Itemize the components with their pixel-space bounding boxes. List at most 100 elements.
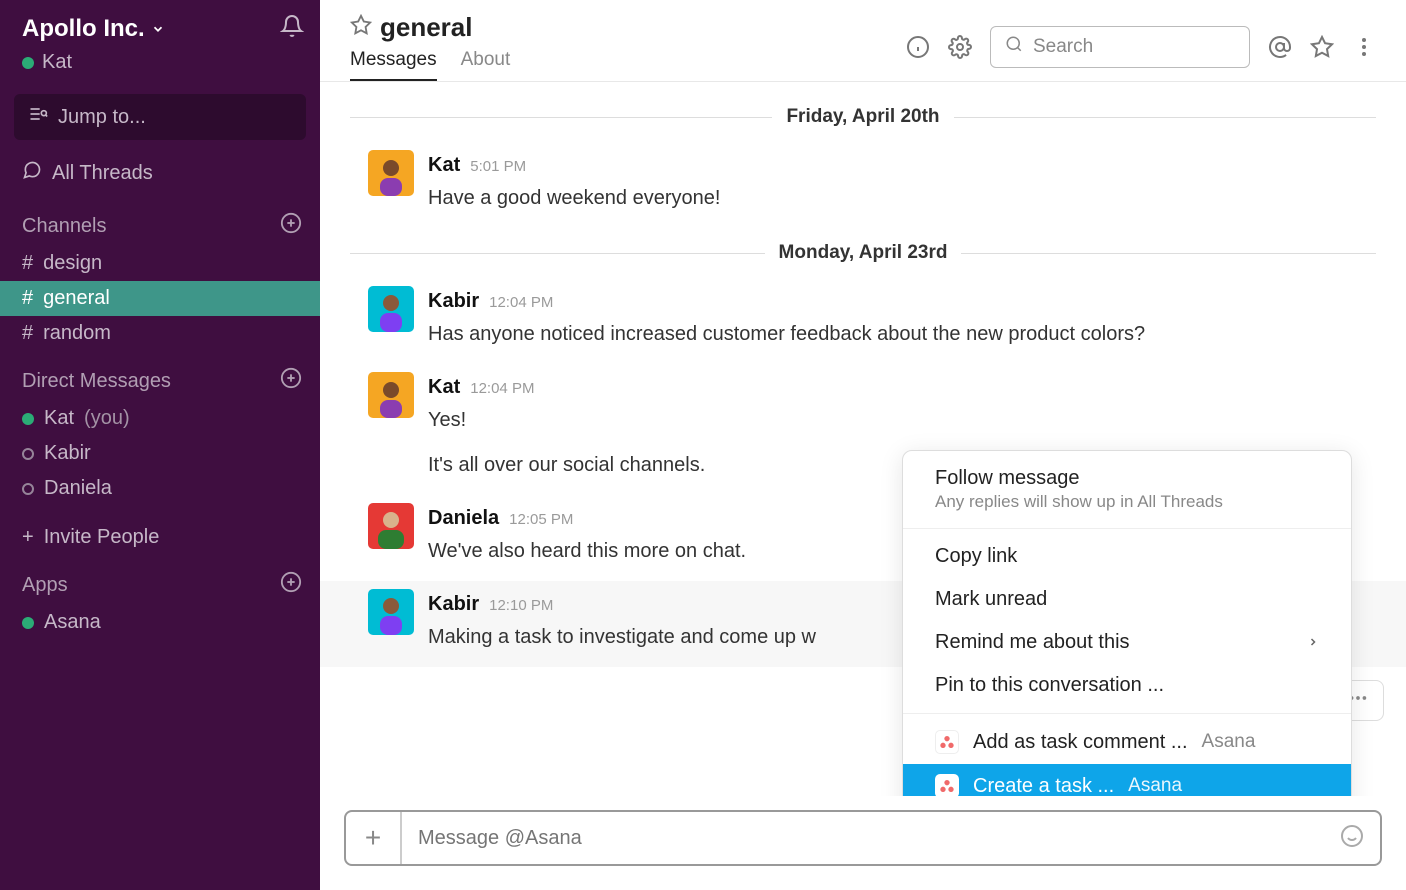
tab-label: Messages bbox=[350, 49, 437, 70]
asana-icon bbox=[935, 774, 959, 796]
date-divider: Friday, April 20th bbox=[320, 92, 1406, 142]
add-dm-icon[interactable] bbox=[280, 367, 302, 395]
all-threads[interactable]: All Threads bbox=[0, 150, 320, 196]
message-author: Kabir bbox=[428, 286, 479, 317]
tab-about[interactable]: About bbox=[461, 49, 511, 81]
channels-header: Channels bbox=[0, 196, 320, 246]
message[interactable]: Kabir 12:04 PM Has anyone noticed increas… bbox=[320, 278, 1406, 364]
main-panel: general Messages About Search Friday, Ap… bbox=[320, 0, 1406, 890]
dm-kat[interactable]: Kat (you) bbox=[0, 401, 320, 436]
message-text: Have a good weekend everyone! bbox=[428, 183, 1376, 214]
presence-dot-icon bbox=[22, 448, 34, 460]
message-text: Has anyone noticed increased customer fe… bbox=[428, 319, 1376, 350]
dm-name: Kat bbox=[44, 407, 74, 430]
channel-title[interactable]: general bbox=[350, 12, 510, 43]
app-asana[interactable]: Asana bbox=[0, 605, 320, 640]
menu-mark-unread[interactable]: Mark unread bbox=[903, 578, 1351, 621]
date-label: Monday, April 23rd bbox=[779, 242, 948, 264]
menu-sublabel: Any replies will show up in All Threads bbox=[935, 492, 1223, 512]
current-user[interactable]: Kat bbox=[0, 47, 320, 84]
tab-label: About bbox=[461, 49, 511, 70]
emoji-button[interactable] bbox=[1324, 824, 1380, 853]
menu-copy-link[interactable]: Copy link bbox=[903, 535, 1351, 578]
star-icon[interactable] bbox=[350, 12, 372, 43]
avatar[interactable] bbox=[368, 589, 414, 635]
message-text: Yes! bbox=[428, 405, 1376, 436]
jump-label: Jump to... bbox=[58, 106, 146, 129]
channel-title-text: general bbox=[380, 12, 473, 43]
workspace-name: Apollo Inc. bbox=[22, 15, 145, 43]
hash-icon: # bbox=[22, 322, 33, 345]
dm-header-label: Direct Messages bbox=[22, 370, 171, 393]
workspace-header[interactable]: Apollo Inc. bbox=[0, 4, 320, 47]
smile-icon bbox=[1340, 824, 1364, 853]
message-list: Friday, April 20th Kat5:01 PM Have a goo… bbox=[320, 82, 1406, 796]
jump-icon bbox=[28, 104, 48, 130]
info-icon[interactable] bbox=[906, 35, 930, 59]
menu-label: Add as task comment ... bbox=[973, 731, 1188, 754]
menu-label: Pin to this conversation ... bbox=[935, 674, 1164, 697]
gear-icon[interactable] bbox=[948, 35, 972, 59]
channel-label: random bbox=[43, 322, 111, 345]
plus-icon: + bbox=[365, 822, 381, 854]
hash-icon: # bbox=[22, 252, 33, 275]
channel-design[interactable]: #design bbox=[0, 246, 320, 281]
bell-icon[interactable] bbox=[280, 14, 304, 43]
dm-name: Daniela bbox=[44, 477, 112, 500]
search-placeholder: Search bbox=[1033, 36, 1093, 58]
channel-random[interactable]: # random bbox=[0, 316, 320, 351]
avatar[interactable] bbox=[368, 503, 414, 549]
presence-dot-icon bbox=[22, 483, 34, 495]
menu-create-task[interactable]: Create a task ... Asana bbox=[903, 764, 1351, 796]
chevron-down-icon bbox=[151, 15, 165, 43]
more-icon[interactable] bbox=[1352, 35, 1376, 59]
tab-messages[interactable]: Messages bbox=[350, 49, 437, 81]
menu-remind-me[interactable]: Remind me about this bbox=[903, 621, 1351, 664]
menu-label: Create a task ... bbox=[973, 775, 1114, 797]
message-context-menu: Follow message Any replies will show up … bbox=[902, 450, 1352, 796]
avatar[interactable] bbox=[368, 286, 414, 332]
menu-label: Follow message bbox=[935, 467, 1223, 490]
avatar[interactable] bbox=[368, 372, 414, 418]
dm-daniela[interactable]: Daniela bbox=[0, 471, 320, 506]
threads-icon bbox=[22, 160, 42, 186]
message-time: 12:04 PM bbox=[470, 377, 534, 400]
message-author: Kat bbox=[428, 150, 460, 181]
message-time: 12:10 PM bbox=[489, 594, 553, 617]
channel-tabs: Messages About bbox=[350, 49, 510, 81]
message-author: Daniela bbox=[428, 503, 499, 534]
attach-button[interactable]: + bbox=[346, 812, 402, 864]
search-input[interactable]: Search bbox=[990, 26, 1250, 68]
star-icon[interactable] bbox=[1310, 35, 1334, 59]
date-divider: Monday, April 23rd bbox=[320, 228, 1406, 278]
invite-people[interactable]: +Invite People bbox=[0, 520, 320, 555]
asana-icon bbox=[935, 730, 959, 754]
channel-general[interactable]: #general bbox=[0, 281, 320, 316]
message-time: 12:05 PM bbox=[509, 508, 573, 531]
chevron-right-icon bbox=[1307, 631, 1319, 654]
menu-follow-message[interactable]: Follow message Any replies will show up … bbox=[903, 457, 1351, 522]
presence-dot-icon bbox=[22, 617, 34, 629]
channel-label: general bbox=[43, 287, 110, 310]
jump-to[interactable]: Jump to... bbox=[14, 94, 306, 140]
message-author: Kabir bbox=[428, 589, 479, 620]
mentions-icon[interactable] bbox=[1268, 35, 1292, 59]
presence-dot-icon bbox=[22, 413, 34, 425]
apps-header: Apps bbox=[0, 555, 320, 605]
add-channel-icon[interactable] bbox=[280, 212, 302, 240]
presence-dot-icon bbox=[22, 57, 34, 69]
composer-input[interactable] bbox=[402, 827, 1324, 850]
dm-kabir[interactable]: Kabir bbox=[0, 436, 320, 471]
sidebar: Apollo Inc. Kat Jump to... All Threads C… bbox=[0, 0, 320, 890]
topbar: general Messages About Search bbox=[320, 0, 1406, 82]
avatar[interactable] bbox=[368, 150, 414, 196]
dm-name: Kabir bbox=[44, 442, 91, 465]
menu-pin[interactable]: Pin to this conversation ... bbox=[903, 664, 1351, 707]
menu-add-task-comment[interactable]: Add as task comment ... Asana bbox=[903, 720, 1351, 764]
message[interactable]: Kat5:01 PM Have a good weekend everyone! bbox=[320, 142, 1406, 228]
channels-header-label: Channels bbox=[22, 215, 107, 238]
message-time: 12:04 PM bbox=[489, 291, 553, 314]
menu-label: Copy link bbox=[935, 545, 1017, 568]
search-icon bbox=[1005, 35, 1023, 59]
add-app-icon[interactable] bbox=[280, 571, 302, 599]
